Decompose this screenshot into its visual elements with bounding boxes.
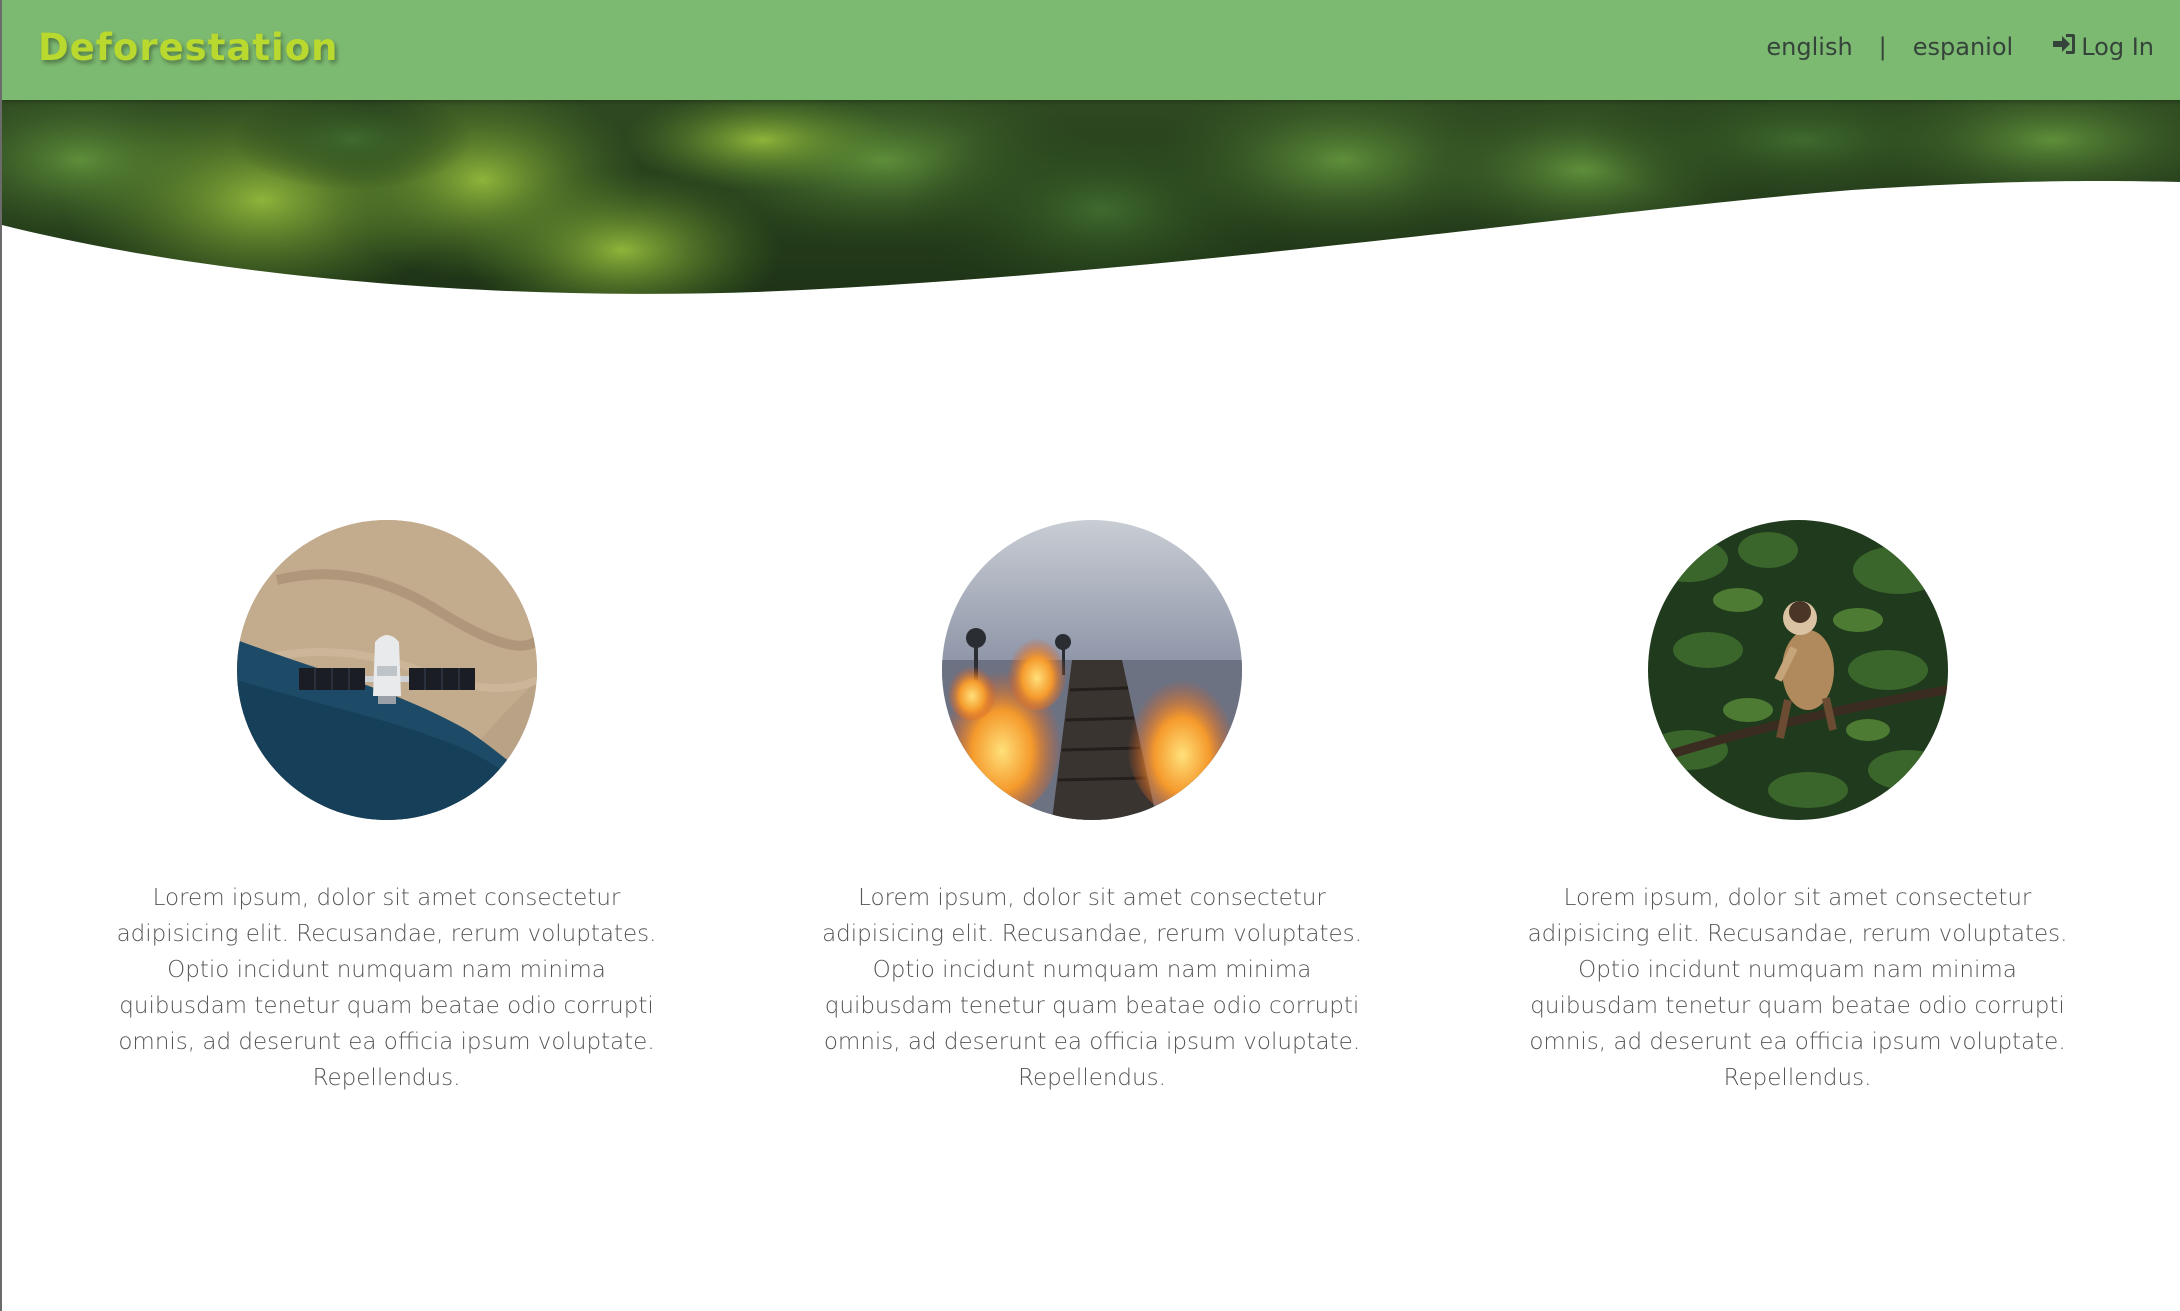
nav-separator: | bbox=[1878, 33, 1887, 61]
rainforest-canopy-image bbox=[2, 100, 2180, 300]
feature-card: Lorem ipsum, dolor sit amet consectetur … bbox=[800, 520, 1385, 1096]
brand-logo[interactable]: Deforestation bbox=[38, 26, 338, 69]
burning-log-image bbox=[942, 520, 1242, 820]
feature-card: Lorem ipsum, dolor sit amet consectetur … bbox=[1505, 520, 2090, 1096]
feature-columns: Lorem ipsum, dolor sit amet consectetur … bbox=[2, 520, 2180, 1096]
lang-spanish-link[interactable]: espaniol bbox=[1913, 33, 2013, 61]
sign-in-icon bbox=[2051, 32, 2081, 62]
feature-description: Lorem ipsum, dolor sit amet consectetur … bbox=[116, 885, 657, 1091]
login-link[interactable]: Log In bbox=[2051, 32, 2154, 62]
page: Deforestation english | espaniol Log In bbox=[0, 0, 2180, 1311]
satellite-image bbox=[236, 520, 537, 820]
feature-description: Lorem ipsum, dolor sit amet consectetur … bbox=[1527, 885, 2068, 1091]
feature-card: Lorem ipsum, dolor sit amet consectetur … bbox=[94, 520, 679, 1096]
feature-description: Lorem ipsum, dolor sit amet consectetur … bbox=[822, 885, 1362, 1091]
lang-english-link[interactable]: english bbox=[1766, 33, 1852, 61]
monkey-image bbox=[1647, 520, 1948, 820]
navbar: Deforestation english | espaniol Log In bbox=[2, 0, 2180, 100]
nav-links: english | espaniol Log In bbox=[1766, 32, 2154, 62]
login-label: Log In bbox=[2081, 33, 2154, 61]
hero-banner bbox=[2, 100, 2180, 300]
